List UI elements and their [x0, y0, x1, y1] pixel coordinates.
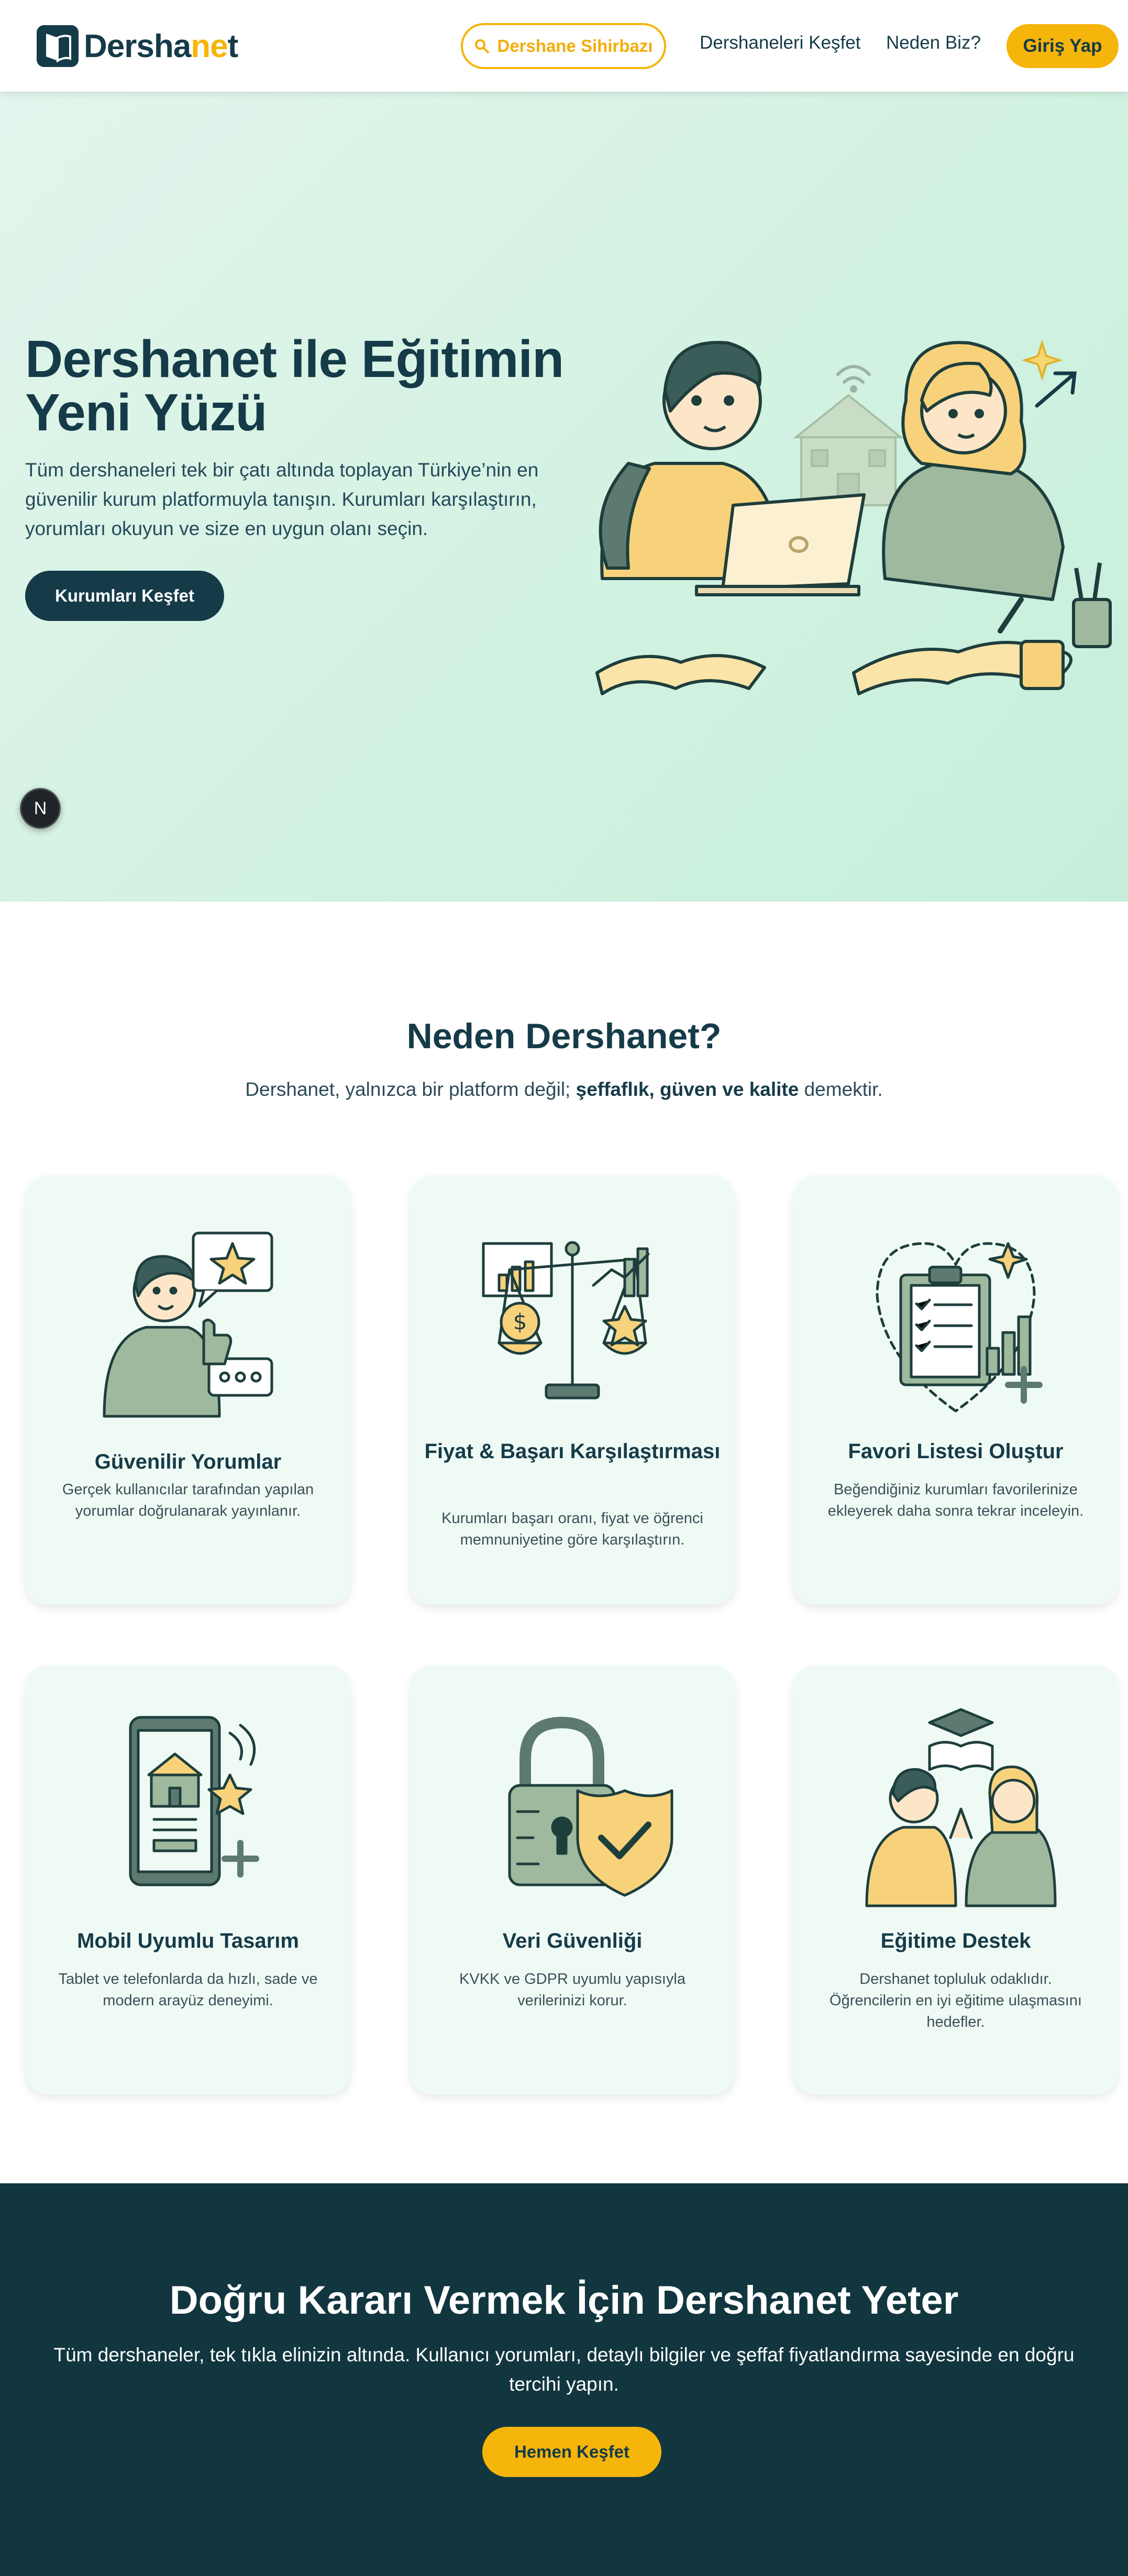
- card-description: Tablet ve telefonlarda da hızlı, sade ve…: [58, 1971, 318, 2009]
- why-title: Neden Dershanet?: [406, 1016, 722, 1056]
- security-icon: [508, 1717, 673, 1897]
- dershane-wizard-button[interactable]: Dershane Sihirbazı: [461, 23, 666, 69]
- card-title: Fiyat & Başarı Karşılaştırması: [424, 1440, 721, 1463]
- logo-wordmark: Dershanet: [84, 28, 238, 64]
- cta-title: Doğru Kararı Vermek İçin Dershanet Yeter: [169, 2278, 959, 2323]
- hero-title-line1: Dershanet ile Eğitimin: [25, 330, 564, 388]
- hero-subtitle: Tüm dershaneleri tek bir çatı altında to…: [25, 459, 539, 539]
- mobile-icon: [129, 1716, 259, 1886]
- hero-title-line2: Yeni Yüzü: [25, 383, 268, 442]
- svg-text:$: $: [513, 1309, 527, 1335]
- hero-title: Dershanet ile Eğitimin Yeni Yüzü: [25, 332, 570, 439]
- card-description: KVKK ve GDPR uyumlu yapısıyla verilerini…: [459, 1971, 685, 2009]
- wizard-label: Dershane Sihirbazı: [497, 36, 653, 55]
- feature-card-security: Veri Güvenliği KVKK ve GDPR uyumlu yapıs…: [410, 1665, 735, 2094]
- card-description: Gerçek kullanıcılar tarafından yapılan y…: [62, 1481, 314, 1519]
- explore-now-button[interactable]: Hemen Keşfet: [482, 2427, 661, 2477]
- feature-card-favorites: Favori Listesi Oluştur Beğendiğiniz kuru…: [793, 1175, 1119, 1605]
- card-title: Veri Güvenliği: [502, 1929, 643, 1952]
- logo[interactable]: Dershanet: [36, 23, 238, 69]
- card-title: Favori Listesi Oluştur: [848, 1440, 1064, 1463]
- site-header: Dershanet Dershane Sihirbazı Dershaneler…: [0, 0, 1128, 92]
- nav-explore-link[interactable]: Dershaneleri Keşfet: [700, 32, 860, 53]
- students-studying-illustration: [595, 339, 1112, 695]
- card-description: Kurumları başarı oranı, fiyat ve öğrenci…: [441, 1510, 703, 1548]
- card-description: Beğendiğiniz kurumları favorilerinize ek…: [827, 1481, 1084, 1519]
- card-title: Güvenilir Yorumlar: [94, 1450, 282, 1473]
- cta-subtitle: Tüm dershaneler, tek tıkla elinizin altı…: [53, 2344, 1075, 2395]
- feature-card-compare: $ Fiyat & Başarı Karşılaştırması Kurumla…: [410, 1175, 735, 1605]
- card-description: Dershanet topluluk odaklıdır. Öğrenciler…: [830, 1971, 1082, 2030]
- login-button[interactable]: Giriş Yap: [1007, 24, 1119, 68]
- card-title: Eğitime Destek: [880, 1929, 1031, 1952]
- search-icon: [475, 39, 490, 53]
- hero-section: Dershanet ile Eğitimin Yeni Yüzü Tüm der…: [0, 92, 1128, 902]
- why-subtitle: Dershanet, yalnızca bir platform değil; …: [245, 1079, 883, 1100]
- scale-icon: $: [482, 1241, 650, 1400]
- favorites-icon: [876, 1242, 1043, 1413]
- reviews-icon: [103, 1231, 273, 1418]
- cta-section: Doğru Kararı Vermek İçin Dershanet Yeter…: [0, 2183, 1128, 2576]
- feature-card-mobile: Mobil Uyumlu Tasarım Tablet ve telefonla…: [25, 1665, 351, 2094]
- feature-card-reviews: Güvenilir Yorumlar Gerçek kullanıcılar t…: [25, 1175, 351, 1605]
- n-floating-badge[interactable]: N: [20, 788, 61, 829]
- explore-institutions-button[interactable]: Kurumları Keşfet: [25, 571, 224, 621]
- feature-card-education-support: Eğitime Destek Dershanet topluluk odaklı…: [793, 1665, 1119, 2094]
- card-title: Mobil Uyumlu Tasarım: [77, 1929, 299, 1952]
- nav-why-link[interactable]: Neden Biz?: [886, 32, 981, 53]
- book-logo-icon: [37, 25, 79, 67]
- education-support-icon: [865, 1708, 1057, 1907]
